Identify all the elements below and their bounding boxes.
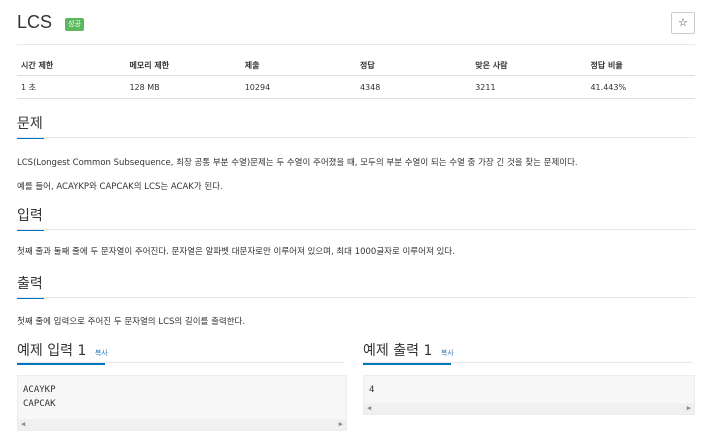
input-description: 첫째 줄과 둘째 줄에 두 문자열이 주어진다. 문자열은 알파벳 대문자로만 … bbox=[17, 247, 455, 257]
horizontal-scrollbar[interactable]: ◀ ▶ bbox=[364, 403, 694, 414]
header-submissions: 제출 bbox=[240, 55, 356, 76]
sample-output-content: 4 bbox=[369, 385, 375, 395]
header-time-limit: 시간 제한 bbox=[17, 55, 126, 76]
horizontal-scrollbar[interactable]: ◀ ▶ bbox=[18, 419, 346, 430]
section-input-heading: 입력 bbox=[17, 208, 43, 224]
accept-ratio-value: 41.443% bbox=[586, 75, 695, 99]
solved-users-value: 3211 bbox=[471, 75, 587, 99]
sample-input-content: ACAYKP CAPCAK bbox=[23, 385, 56, 409]
copy-sample-output-link[interactable]: 복사 bbox=[441, 349, 454, 357]
problem-description: LCS(Longest Common Subsequence, 최장 공통 부분… bbox=[17, 158, 578, 168]
sample-output-title: 예제 출력 1 복사 bbox=[363, 340, 454, 365]
output-description: 첫째 줄에 입력으로 주어진 두 문자열의 LCS의 길이를 출력한다. bbox=[17, 317, 246, 327]
sample-output-box: 4 ◀ ▶ bbox=[363, 375, 695, 415]
section-problem-title: 문제 bbox=[17, 113, 44, 139]
section-output-heading: 출력 bbox=[17, 276, 43, 292]
sample-input-number: 1 bbox=[77, 343, 87, 359]
sample-input-heading: 예제 입력 bbox=[17, 343, 73, 359]
memory-limit-value: 128 MB bbox=[125, 75, 241, 99]
star-button[interactable]: ☆ bbox=[671, 12, 695, 34]
sample-divider bbox=[363, 362, 693, 363]
problem-example-text: 예를 들어, ACAYKP와 CAPCAK의 LCS는 ACAK가 된다. bbox=[17, 182, 223, 192]
section-input-title: 입력 bbox=[17, 205, 44, 231]
section-divider bbox=[17, 297, 695, 298]
problem-header: LCS 성공 ☆ bbox=[17, 12, 695, 45]
sample-underline bbox=[17, 363, 105, 365]
page-title: LCS bbox=[17, 12, 53, 32]
section-divider bbox=[17, 137, 695, 138]
table-row: 1 초 128 MB 10294 4348 3211 41.443% bbox=[17, 75, 695, 99]
sample-output-heading: 예제 출력 bbox=[363, 343, 419, 359]
scroll-right-icon[interactable]: ▶ bbox=[687, 403, 691, 414]
sample-divider bbox=[17, 362, 345, 363]
star-icon: ☆ bbox=[678, 16, 688, 29]
header-memory-limit: 메모리 제한 bbox=[125, 55, 241, 76]
section-output-title: 출력 bbox=[17, 273, 44, 299]
scroll-right-icon[interactable]: ▶ bbox=[339, 419, 343, 430]
section-problem-heading: 문제 bbox=[17, 116, 43, 132]
sample-input-box: ACAYKP CAPCAK ◀ ▶ bbox=[17, 375, 347, 431]
sample-output-number: 1 bbox=[423, 343, 433, 359]
submissions-value: 10294 bbox=[240, 75, 356, 99]
scroll-left-icon[interactable]: ◀ bbox=[21, 419, 25, 430]
header-accepted: 정답 bbox=[355, 55, 472, 76]
header-accept-ratio: 정답 비율 bbox=[586, 55, 695, 76]
scroll-left-icon[interactable]: ◀ bbox=[367, 403, 371, 414]
status-badge: 성공 bbox=[65, 18, 84, 31]
section-divider bbox=[17, 229, 695, 230]
sample-underline bbox=[363, 363, 451, 365]
header-solved-users: 맞은 사람 bbox=[471, 55, 587, 76]
accepted-value: 4348 bbox=[355, 75, 472, 99]
problem-info-table: 시간 제한 메모리 제한 제출 정답 맞은 사람 정답 비율 1 초 128 M… bbox=[17, 55, 695, 99]
time-limit-value: 1 초 bbox=[17, 75, 126, 99]
sample-input-title: 예제 입력 1 복사 bbox=[17, 340, 108, 365]
copy-sample-input-link[interactable]: 복사 bbox=[95, 349, 108, 357]
table-header-row: 시간 제한 메모리 제한 제출 정답 맞은 사람 정답 비율 bbox=[17, 55, 695, 76]
